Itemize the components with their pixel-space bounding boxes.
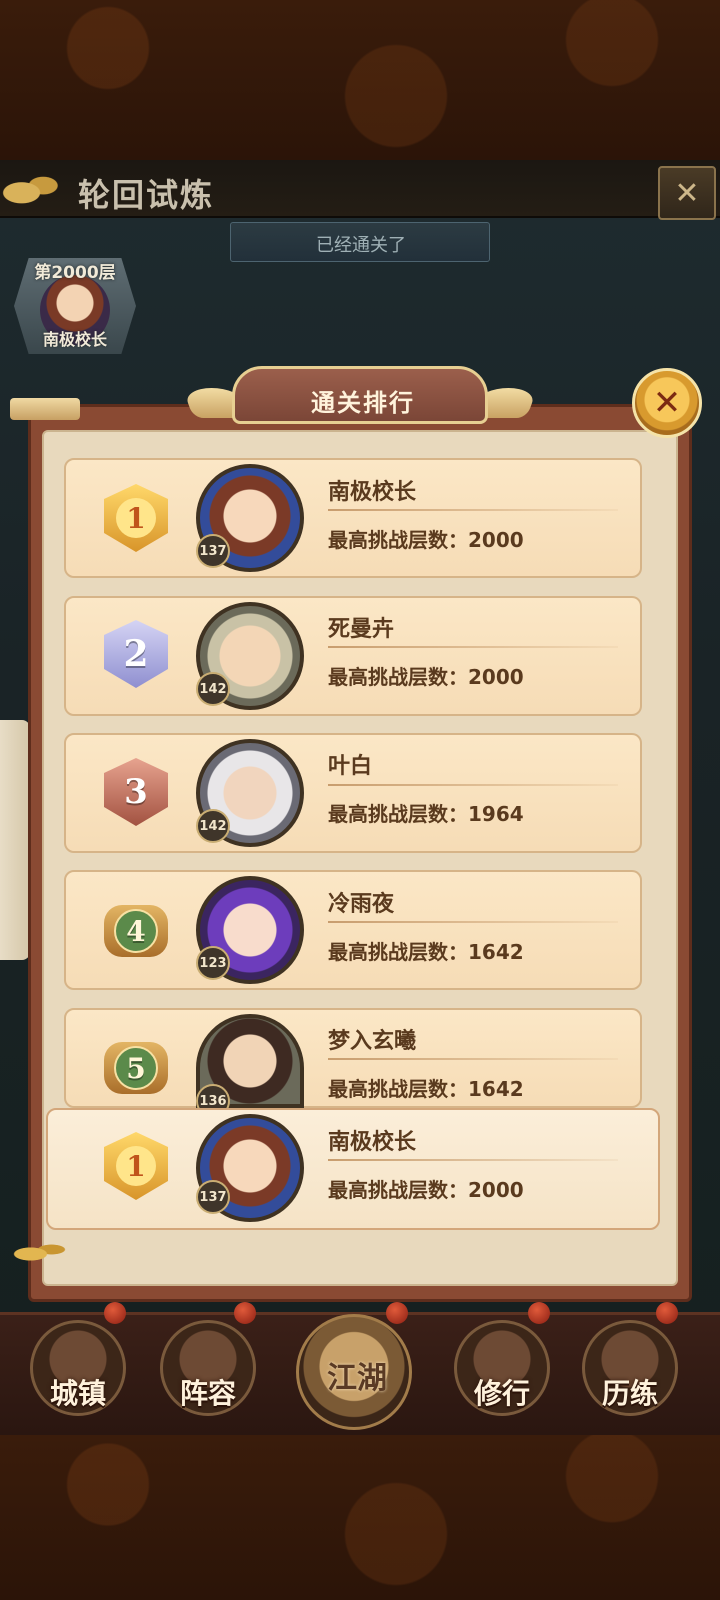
level-badge: 137 — [196, 1180, 230, 1214]
nav-label: 修行 — [473, 1377, 530, 1410]
player-name: 冷雨夜 — [328, 892, 395, 917]
player-name: 南极校长 — [328, 480, 417, 505]
player-name: 叶白 — [328, 754, 373, 779]
nav-jianghu[interactable]: 江湖 — [296, 1314, 412, 1430]
scroll-end-ornament — [10, 398, 80, 420]
title-bar: 轮回试炼 — [0, 160, 720, 218]
notification-dot — [104, 1302, 126, 1324]
top-ornament-background — [0, 0, 720, 160]
row-divider — [328, 784, 618, 786]
gold-cloud-icon — [6, 1236, 76, 1266]
player-name: 梦入玄曦 — [328, 1029, 417, 1054]
nav-lineup[interactable]: 阵容 — [160, 1320, 256, 1420]
nav-label: 历练 — [601, 1377, 658, 1410]
score-text: 最高挑战层数：1964 — [328, 802, 524, 826]
notification-dot — [234, 1302, 256, 1324]
player-name: 死曼卉 — [328, 617, 395, 642]
row-divider — [328, 509, 618, 511]
close-ranking-button[interactable]: ✕ — [632, 368, 702, 438]
notification-dot — [386, 1302, 408, 1324]
bottom-ornament-background — [0, 1435, 720, 1600]
row-divider — [328, 646, 618, 648]
status-text: 已经通关了 — [316, 235, 406, 256]
score-text: 最高挑战层数：1642 — [328, 1077, 524, 1101]
nav-label: 城镇 — [49, 1377, 106, 1410]
close-page-button[interactable]: ✕ — [658, 166, 716, 220]
score-text: 最高挑战层数：2000 — [328, 528, 524, 552]
floor-label: 第2000层 — [34, 263, 116, 283]
rank-badge-bronze: 3 — [96, 752, 176, 832]
rank-badge-gold: 1 — [96, 478, 176, 558]
notification-dot — [656, 1302, 678, 1324]
floor-player-name: 南极校长 — [42, 330, 107, 349]
nav-label: 阵容 — [179, 1377, 236, 1410]
my-score-text: 最高挑战层数：2000 — [328, 1178, 524, 1202]
row-divider — [328, 1159, 618, 1161]
level-badge: 123 — [196, 946, 230, 980]
nav-experience[interactable]: 历练 — [582, 1320, 678, 1420]
my-player-name: 南极校长 — [328, 1130, 417, 1155]
score-text: 最高挑战层数：2000 — [328, 665, 524, 689]
status-banner: 已经通关了 — [230, 222, 490, 262]
level-badge: 142 — [196, 672, 230, 706]
nav-town[interactable]: 城镇 — [30, 1320, 126, 1420]
nav-label: 江湖 — [327, 1361, 387, 1396]
close-icon: ✕ — [652, 383, 682, 423]
ranking-panel-header: 通关排行 — [232, 366, 488, 424]
side-scroll-panel — [0, 720, 30, 960]
level-badge: 137 — [196, 534, 230, 568]
nav-practice[interactable]: 修行 — [454, 1320, 550, 1420]
rank-badge-silver: 2 — [96, 614, 176, 694]
close-icon: ✕ — [674, 175, 700, 211]
rank-badge: 5 — [96, 1028, 176, 1108]
level-badge: 142 — [196, 809, 230, 843]
page-title: 轮回试炼 — [78, 176, 215, 214]
row-divider — [328, 921, 618, 923]
score-text: 最高挑战层数：1642 — [328, 940, 524, 964]
rank-badge: 4 — [96, 891, 176, 971]
notification-dot — [528, 1302, 550, 1324]
rank-badge-gold: 1 — [96, 1126, 176, 1206]
ranking-panel-title: 通关排行 — [311, 389, 415, 417]
row-divider — [328, 1058, 618, 1060]
gold-cloud-icon — [0, 164, 72, 212]
